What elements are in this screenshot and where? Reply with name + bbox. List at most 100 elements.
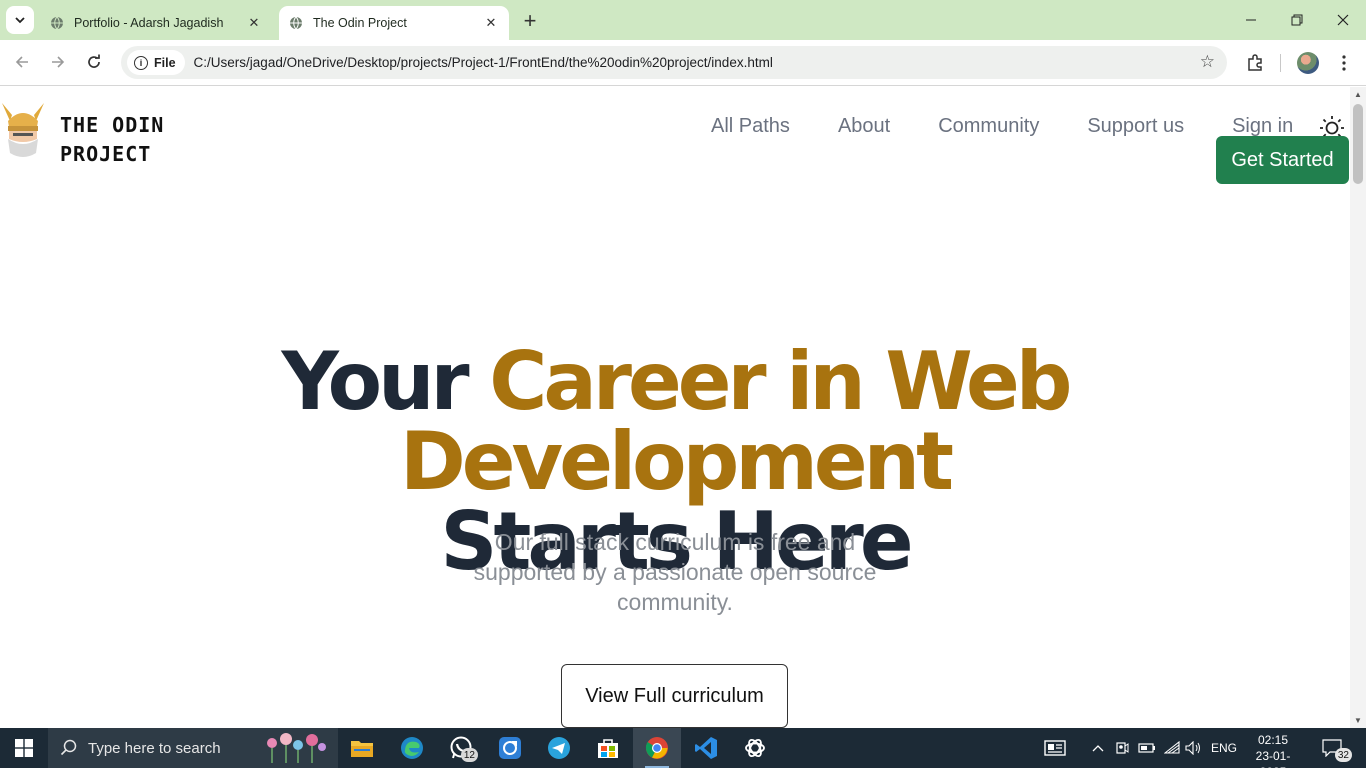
puzzle-icon <box>1248 54 1262 71</box>
site-chip-label: File <box>154 55 176 70</box>
plus-icon: + <box>523 8 537 33</box>
page-viewport: THE ODIN PROJECT All Paths About Communi… <box>0 87 1350 728</box>
close-icon <box>1337 14 1349 26</box>
whatsapp-badge: 12 <box>460 748 478 762</box>
site-info-chip[interactable]: i File <box>127 50 185 75</box>
url-text[interactable]: C:/Users/jagad/OneDrive/Desktop/projects… <box>194 55 773 70</box>
taskbar-whatsapp[interactable]: 12 <box>437 728 485 768</box>
taskbar-telegram[interactable] <box>535 728 583 768</box>
bookmark-star-icon[interactable]: ☆ <box>1200 52 1215 72</box>
browser-toolbar: i File C:/Users/jagad/OneDrive/Desktop/p… <box>0 40 1366 86</box>
back-button[interactable] <box>8 48 36 76</box>
main-nav: All Paths About Community Support us Sig… <box>711 115 1293 138</box>
taskbar-chrome[interactable] <box>633 728 681 768</box>
toolbar-divider <box>1280 54 1281 72</box>
sync-app-icon <box>499 737 521 759</box>
extensions-button[interactable] <box>1241 49 1269 77</box>
notification-center-button[interactable]: 32 <box>1318 736 1352 762</box>
avatar <box>1297 52 1319 74</box>
search-placeholder: Type here to search <box>88 739 221 757</box>
tray-hidden-icons[interactable] <box>1088 728 1108 768</box>
edge-icon <box>401 737 423 759</box>
nav-about[interactable]: About <box>838 115 890 138</box>
store-icon <box>598 739 618 758</box>
profile-button[interactable] <box>1294 49 1322 77</box>
tab-portfolio[interactable]: Portfolio - Adarsh Jagadish ✕ <box>40 6 272 40</box>
site-logo[interactable]: THE ODIN PROJECT <box>0 99 164 169</box>
reload-button[interactable] <box>80 48 108 76</box>
tab-odin-project[interactable]: The Odin Project ✕ <box>279 6 509 40</box>
globe-icon <box>290 16 302 30</box>
restore-button[interactable] <box>1274 0 1320 40</box>
tab-title: Portfolio - Adarsh Jagadish <box>74 16 224 30</box>
clock-date: 23-01-2025 <box>1255 749 1291 768</box>
logo-line-2: PROJECT <box>60 142 152 166</box>
hero-subtitle: Our full stack curriculum is free and su… <box>473 529 877 615</box>
taskbar-file-explorer[interactable] <box>338 728 386 768</box>
more-vertical-icon <box>1342 55 1346 71</box>
chatgpt-icon <box>745 738 765 758</box>
page-scrollbar[interactable]: ▲ ▼ <box>1350 87 1366 728</box>
nav-all-paths[interactable]: All Paths <box>711 115 790 138</box>
get-started-button[interactable]: Get Started <box>1216 136 1349 184</box>
chevron-up-icon <box>1092 745 1104 752</box>
taskbar: Type here to search 12 ENG 02:15 23-01- … <box>0 728 1366 768</box>
close-window-button[interactable] <box>1320 0 1366 40</box>
tray-meet-now[interactable] <box>1112 728 1132 768</box>
taskbar-chatgpt[interactable] <box>731 728 779 768</box>
close-icon[interactable]: ✕ <box>483 15 499 31</box>
taskbar-clock[interactable]: 02:15 23-01-2025 <box>1244 732 1302 768</box>
scroll-up-icon[interactable]: ▲ <box>1354 90 1362 99</box>
tray-volume[interactable] <box>1183 728 1205 768</box>
browser-tabstrip: Portfolio - Adarsh Jagadish ✕ The Odin P… <box>0 0 1366 40</box>
clock-time: 02:15 <box>1257 733 1289 747</box>
reload-icon <box>88 54 100 68</box>
logo-wordmark: THE ODIN PROJECT <box>60 111 164 169</box>
windows-logo-icon <box>15 739 33 757</box>
telegram-icon <box>548 737 570 759</box>
vscode-icon <box>695 737 717 759</box>
address-bar[interactable]: i File C:/Users/jagad/OneDrive/Desktop/p… <box>121 46 1227 79</box>
odin-viking-logo-icon <box>2 103 44 157</box>
forward-button[interactable] <box>44 48 72 76</box>
taskbar-app-blue[interactable] <box>486 728 534 768</box>
taskbar-edge[interactable] <box>388 728 436 768</box>
tab-title: The Odin Project <box>313 16 407 30</box>
tray-battery[interactable] <box>1136 728 1158 768</box>
flowers-decoration-icon <box>267 733 326 763</box>
battery-icon <box>1138 743 1155 753</box>
taskbar-microsoft-store[interactable] <box>584 728 632 768</box>
tray-language[interactable]: ENG <box>1208 728 1240 768</box>
restore-icon <box>1291 14 1303 26</box>
webcam-icon <box>1116 742 1129 754</box>
wifi-icon <box>1164 741 1180 754</box>
nav-community[interactable]: Community <box>938 115 1039 138</box>
scroll-down-icon[interactable]: ▼ <box>1354 716 1362 725</box>
taskbar-search[interactable]: Type here to search <box>48 728 338 768</box>
info-icon: i <box>134 55 148 70</box>
speaker-icon <box>1185 741 1200 755</box>
view-curriculum-button[interactable]: View Full curriculum <box>561 664 788 728</box>
logo-line-1: THE ODIN <box>60 113 165 137</box>
arrow-left-icon <box>15 56 28 68</box>
minimize-button[interactable] <box>1228 0 1274 40</box>
tab-search-button[interactable] <box>6 6 34 34</box>
arrow-right-icon <box>52 56 65 68</box>
search-icon <box>60 739 77 756</box>
nav-support-us[interactable]: Support us <box>1087 115 1184 138</box>
tray-news-widget[interactable] <box>1040 728 1070 768</box>
news-icon <box>1044 740 1066 756</box>
browser-menu-button[interactable] <box>1330 49 1358 77</box>
notification-badge: 32 <box>1334 748 1352 762</box>
scroll-thumb[interactable] <box>1353 104 1363 184</box>
chrome-icon <box>645 737 668 759</box>
new-tab-button[interactable]: + <box>518 8 542 33</box>
tray-wifi[interactable] <box>1161 728 1183 768</box>
minimize-icon <box>1246 19 1256 21</box>
close-icon[interactable]: ✕ <box>246 15 262 31</box>
start-button[interactable] <box>0 728 48 768</box>
globe-icon <box>51 16 63 30</box>
nav-sign-in[interactable]: Sign in <box>1232 115 1293 138</box>
taskbar-vscode[interactable] <box>682 728 730 768</box>
hero-heading-accent: Career in Web Development <box>400 335 1072 508</box>
